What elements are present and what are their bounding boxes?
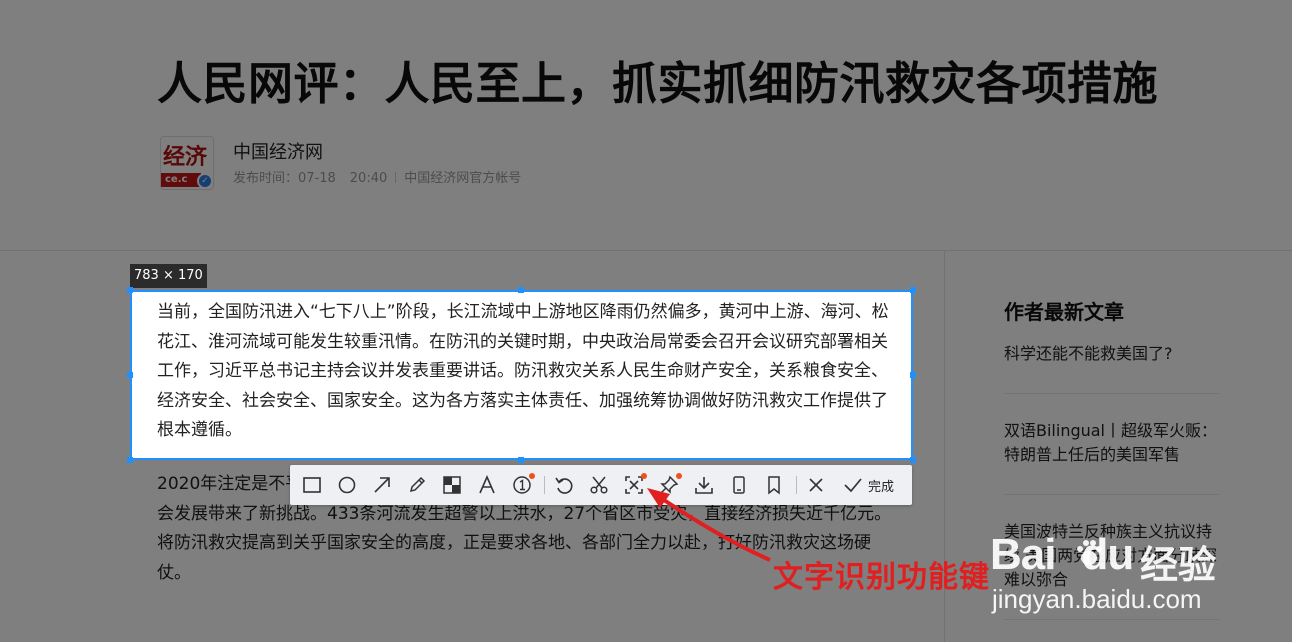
rectangle-icon	[303, 477, 321, 493]
download-icon	[695, 477, 713, 494]
screenshot-toolbar: 完成	[290, 465, 912, 505]
cancel-button[interactable]	[800, 469, 832, 501]
selection-region[interactable]	[130, 290, 913, 460]
new-feature-dot	[676, 473, 682, 479]
pen-tool-button[interactable]	[401, 469, 433, 501]
phone-icon	[733, 476, 745, 494]
ellipse-tool-button[interactable]	[331, 469, 363, 501]
annotation-label: 文字识别功能键	[773, 560, 990, 595]
circle-icon	[338, 476, 356, 494]
baidu-jingyan-watermark: Bai du 经验 jingyan.baidu.com	[990, 530, 1250, 630]
scissors-icon	[590, 476, 608, 494]
resize-handle-left[interactable]	[127, 372, 133, 378]
new-feature-dot	[529, 473, 535, 479]
undo-icon	[555, 477, 573, 494]
watermark-service: 经验	[1140, 543, 1217, 587]
arrow-icon	[374, 477, 390, 493]
baidu-paw-icon	[1077, 540, 1102, 565]
resize-handle-bottom[interactable]	[518, 457, 524, 463]
text-icon	[479, 475, 495, 494]
dim-overlay-top	[0, 0, 1292, 290]
toolbar-separator	[796, 476, 797, 494]
dim-overlay-right	[913, 290, 1292, 460]
resize-handle-bottom-left[interactable]	[127, 457, 133, 463]
resize-handle-bottom-right[interactable]	[910, 457, 916, 463]
long-screenshot-button[interactable]	[723, 469, 755, 501]
download-button[interactable]	[688, 469, 720, 501]
resize-handle-top[interactable]	[518, 287, 524, 293]
watermark-url: jingyan.baidu.com	[992, 584, 1202, 614]
bookmark-icon	[768, 476, 780, 495]
screenshot-edit-button[interactable]	[583, 469, 615, 501]
resize-handle-top-left[interactable]	[127, 287, 133, 293]
resize-handle-right[interactable]	[910, 372, 916, 378]
pen-icon	[409, 476, 426, 493]
selection-size-label: 783 × 170	[130, 264, 207, 288]
watermark-brand: Bai du	[990, 530, 1134, 579]
resize-handle-top-right[interactable]	[910, 287, 916, 293]
dim-overlay-left	[0, 290, 130, 460]
close-icon	[809, 478, 823, 492]
pin-button[interactable]	[653, 469, 685, 501]
toolbar-separator	[544, 476, 545, 494]
mosaic-tool-button[interactable]	[436, 469, 468, 501]
arrow-tool-button[interactable]	[366, 469, 398, 501]
mosaic-icon	[443, 476, 461, 494]
number-tool-button[interactable]	[506, 469, 538, 501]
done-label: 完成	[868, 479, 895, 495]
check-icon	[844, 478, 862, 493]
undo-button[interactable]	[548, 469, 580, 501]
ocr-text-recognition-button[interactable]	[618, 469, 650, 501]
save-bookmark-button[interactable]	[758, 469, 790, 501]
done-button[interactable]: 完成	[838, 469, 906, 501]
new-feature-dot	[641, 473, 647, 479]
rectangle-tool-button[interactable]	[296, 469, 328, 501]
text-tool-button[interactable]	[471, 469, 503, 501]
